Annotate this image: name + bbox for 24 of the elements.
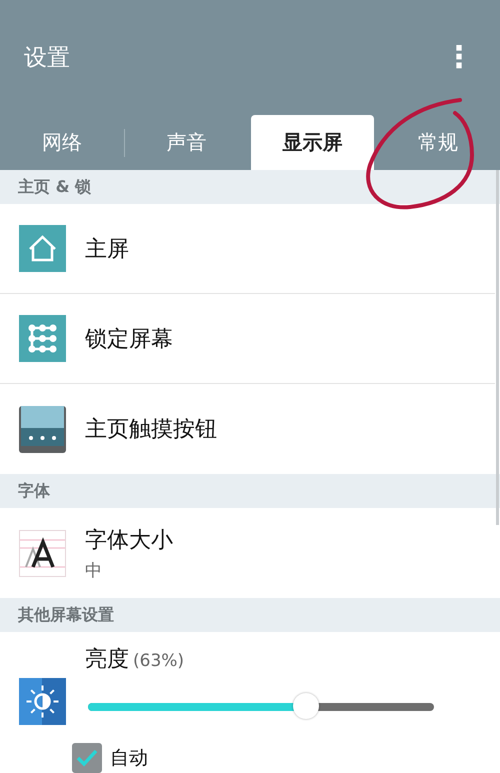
item-title: 锁定屏幕: [85, 326, 173, 354]
tab[interactable]: 显示屏: [250, 115, 374, 170]
settings-item[interactable]: 字体大小 中: [0, 508, 495, 598]
item-title: 亮度: [85, 646, 129, 674]
item-subtitle: 中: [85, 560, 103, 582]
item-title: 主页触摸按钮: [85, 416, 217, 444]
section-title: 主页 & 锁: [18, 176, 92, 198]
section-title: 其他屏幕设置: [18, 604, 114, 626]
settings-item[interactable]: 主页触摸按钮: [0, 384, 495, 474]
auto-checkbox[interactable]: [72, 742, 102, 772]
app-title: 设置: [24, 44, 70, 73]
settings-item[interactable]: 锁定屏幕: [0, 294, 495, 384]
brightness-icon: [19, 678, 66, 724]
phone-buttons-icon: [19, 406, 66, 452]
item-title: 主屏: [85, 236, 129, 264]
font-size-icon: [19, 530, 66, 576]
item-title: 字体大小: [85, 526, 173, 554]
settings-item[interactable]: 主屏: [0, 204, 495, 294]
pattern-lock-icon: [19, 315, 66, 362]
slider-thumb[interactable]: [292, 692, 319, 718]
auto-label: 自动: [110, 746, 148, 770]
home-icon: [19, 225, 66, 272]
brightness-reading: (63%): [133, 650, 184, 670]
section-title: 字体: [18, 480, 50, 502]
